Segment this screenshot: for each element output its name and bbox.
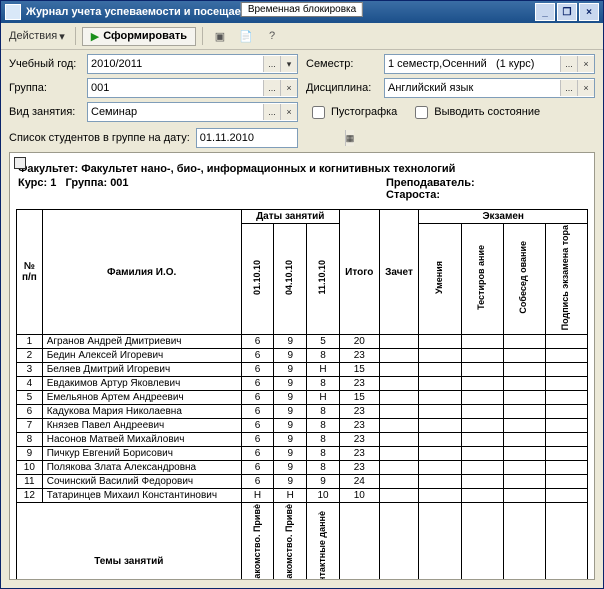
kind-field[interactable]: ...× — [87, 102, 298, 122]
report-header: Факультет: Факультет нано-, био-, информ… — [18, 163, 586, 201]
table-row: 3Беляев Дмитрий Игоревич69Н15 — [17, 363, 588, 377]
table-row: 6Кадукова Мария Николаевна69823 — [17, 405, 588, 419]
toolbar-icon-1[interactable]: ▣ — [209, 25, 231, 47]
grade-table: № п/п Фамилия И.О. Даты занятий Итого За… — [16, 209, 588, 580]
exam-col: Тестиров ание — [461, 224, 503, 335]
exam-col: Умения — [419, 224, 461, 335]
dropdown-button[interactable]: ▾ — [280, 56, 297, 72]
clear-button[interactable]: × — [577, 80, 594, 96]
corner-marker — [14, 157, 26, 169]
form-area: Учебный год: ...▾ Семестр: ...× Группа: … — [1, 50, 603, 122]
year-input[interactable] — [88, 56, 263, 72]
table-row: 12Татаринцев Михаил КонстантиновичНН1010 — [17, 489, 588, 503]
ellipsis-button[interactable]: ... — [560, 80, 577, 96]
maximize-button[interactable]: ❐ — [557, 3, 577, 21]
close-button[interactable]: × — [579, 3, 599, 21]
window-title: Журнал учета успеваемости и посещаемости — [26, 6, 273, 18]
calendar-button[interactable]: ▦ — [345, 130, 355, 146]
semester-label: Семестр: — [306, 58, 376, 70]
toolbar-icon-2[interactable]: 📄 — [235, 25, 257, 47]
semester-input[interactable] — [385, 56, 560, 72]
table-row: 9Пичкур Евгений Борисович69823 — [17, 447, 588, 461]
topic-col: А1. Контактные даннè — [307, 503, 340, 580]
discipline-label: Дисциплина: — [306, 82, 376, 94]
report-area: Факультет: Факультет нано-, био-, информ… — [9, 152, 595, 580]
col-total: Итого — [339, 210, 379, 335]
ellipsis-button[interactable]: ... — [263, 80, 280, 96]
lock-badge: Временная блокировка — [241, 2, 363, 17]
topic-col: А1–1. Знакомство. Привè — [241, 503, 274, 580]
state-checkbox[interactable]: Выводить состояние — [411, 103, 540, 122]
date-col: 11.10.10 — [307, 224, 340, 335]
group-label: Группа: — [9, 82, 79, 94]
year-label: Учебный год: — [9, 58, 79, 70]
table-row: 1Агранов Андрей Дмитриевич69520 — [17, 335, 588, 349]
date-col: 01.10.10 — [241, 224, 274, 335]
discipline-input[interactable] — [385, 80, 560, 96]
group-field[interactable]: ...× — [87, 78, 298, 98]
date-input[interactable] — [197, 130, 345, 146]
titlebar: Журнал учета успеваемости и посещаемости… — [1, 1, 603, 23]
discipline-field[interactable]: ...× — [384, 78, 595, 98]
clear-button[interactable]: × — [280, 104, 297, 120]
separator — [75, 27, 76, 45]
exam-col: Подпись экзамена тора — [545, 224, 587, 335]
list-date-label: Список студентов в группе на дату: — [9, 132, 190, 144]
table-row: 2Бедин Алексей Игоревич69823 — [17, 349, 588, 363]
col-num: № п/п — [17, 210, 43, 335]
topics-label: Темы занятий — [17, 503, 242, 580]
date-col: 04.10.10 — [274, 224, 307, 335]
topic-col: А1–1. Знакомство. Привè — [274, 503, 307, 580]
table-row: 11Сочинский Василий Федорович69924 — [17, 475, 588, 489]
toolbar: Действия▾ ▶Сформировать ▣ 📄 ? — [1, 23, 603, 50]
actions-menu[interactable]: Действия▾ — [5, 28, 69, 45]
clear-button[interactable]: × — [280, 80, 297, 96]
clear-button[interactable]: × — [577, 56, 594, 72]
app-icon — [5, 4, 21, 20]
col-dates: Даты занятий — [241, 210, 339, 224]
date-field[interactable]: ▦ — [196, 128, 298, 148]
kind-label: Вид занятия: — [9, 106, 79, 118]
table-row: 5Емельянов Артем Андреевич69Н15 — [17, 391, 588, 405]
table-row: 7Князев Павел Андреевич69823 — [17, 419, 588, 433]
year-field[interactable]: ...▾ — [87, 54, 298, 74]
minimize-button[interactable]: _ — [535, 3, 555, 21]
col-exam: Экзамен — [419, 210, 588, 224]
exam-col: Собесед ование — [503, 224, 545, 335]
help-icon[interactable]: ? — [261, 25, 283, 47]
table-row: 10Полякова Злата Александровна69823 — [17, 461, 588, 475]
ellipsis-button[interactable]: ... — [263, 104, 280, 120]
table-row: 8Насонов Матвей Михайлович69823 — [17, 433, 588, 447]
list-date-row: Список студентов в группе на дату: ▦ — [1, 122, 603, 152]
play-icon: ▶ — [91, 30, 99, 43]
semester-field[interactable]: ...× — [384, 54, 595, 74]
ellipsis-button[interactable]: ... — [263, 56, 280, 72]
col-fio: Фамилия И.О. — [42, 210, 241, 335]
window: Журнал учета успеваемости и посещаемости… — [0, 0, 604, 589]
group-input[interactable] — [88, 80, 263, 96]
kind-input[interactable] — [88, 104, 263, 120]
blank-checkbox[interactable]: Пустографка — [308, 103, 397, 122]
form-button[interactable]: ▶Сформировать — [82, 27, 196, 46]
separator — [202, 27, 203, 45]
col-zachet: Зачет — [379, 210, 419, 335]
table-row: 4Евдакимов Артур Яковлевич69823 — [17, 377, 588, 391]
ellipsis-button[interactable]: ... — [560, 56, 577, 72]
